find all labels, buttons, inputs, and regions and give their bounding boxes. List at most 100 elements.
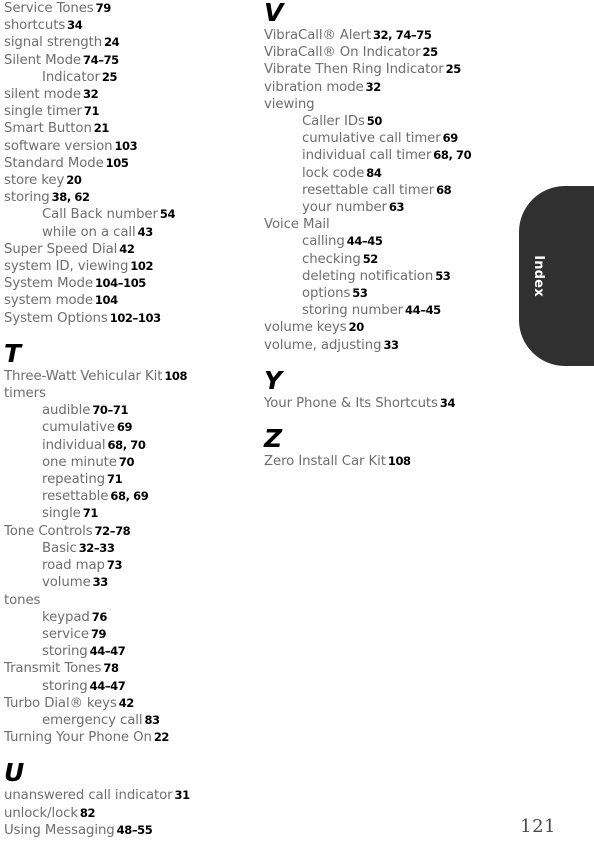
index-entry-pages[interactable]: 102 (130, 259, 153, 273)
index-entry-pages[interactable]: 44–45 (347, 234, 383, 248)
index-entry[interactable]: unlock/lock 82 (4, 805, 254, 822)
index-entry-pages[interactable]: 32, 74–75 (373, 28, 432, 42)
index-entry-pages[interactable]: 68, 70 (433, 148, 471, 162)
index-entry[interactable]: Your Phone & Its Shortcuts 34 (264, 395, 514, 412)
index-entry-pages[interactable]: 50 (367, 114, 383, 128)
index-entry-pages[interactable]: 22 (154, 730, 170, 744)
index-entry-pages[interactable]: 83 (144, 713, 160, 727)
index-entry[interactable]: viewing (264, 96, 514, 113)
index-entry[interactable]: VibraCall® Alert 32, 74–75 (264, 27, 514, 44)
index-entry[interactable]: Basic 32–33 (4, 540, 254, 557)
index-entry-pages[interactable]: 32 (366, 80, 382, 94)
index-entry-pages[interactable]: 108 (388, 454, 411, 468)
index-entry-pages[interactable]: 21 (94, 121, 110, 135)
index-entry-pages[interactable]: 108 (164, 369, 187, 383)
index-entry-pages[interactable]: 25 (422, 45, 438, 59)
index-entry-pages[interactable]: 34 (440, 396, 456, 410)
index-entry-pages[interactable]: 54 (160, 207, 176, 221)
index-entry[interactable]: while on a call 43 (4, 224, 254, 241)
index-entry[interactable]: Turbo Dial® keys 42 (4, 695, 254, 712)
index-entry[interactable]: road map 73 (4, 557, 254, 574)
index-entry[interactable]: Call Back number 54 (4, 206, 254, 223)
index-entry-pages[interactable]: 20 (66, 173, 82, 187)
index-entry[interactable]: deleting notification 53 (264, 268, 514, 285)
index-entry[interactable]: signal strength 24 (4, 34, 254, 51)
index-entry[interactable]: resettable call timer 68 (264, 182, 514, 199)
index-entry-pages[interactable]: 84 (366, 166, 382, 180)
index-entry-pages[interactable]: 71 (84, 104, 100, 118)
index-entry[interactable]: service 79 (4, 626, 254, 643)
index-entry[interactable]: your number 63 (264, 199, 514, 216)
index-entry[interactable]: system ID, viewing 102 (4, 258, 254, 275)
index-entry-pages[interactable]: 78 (103, 661, 119, 675)
index-entry[interactable]: resettable 68, 69 (4, 488, 254, 505)
index-entry[interactable]: software version 103 (4, 138, 254, 155)
index-entry-pages[interactable]: 63 (389, 200, 405, 214)
index-entry[interactable]: System Mode 104–105 (4, 275, 254, 292)
index-entry[interactable]: Super Speed Dial 42 (4, 241, 254, 258)
index-entry-pages[interactable]: 52 (363, 252, 379, 266)
index-entry-pages[interactable]: 44–47 (90, 679, 126, 693)
index-entry[interactable]: Indicator 25 (4, 69, 254, 86)
index-entry-pages[interactable]: 68, 69 (110, 489, 148, 503)
index-entry-pages[interactable]: 32–33 (79, 541, 115, 555)
index-entry[interactable]: Caller IDs 50 (264, 113, 514, 130)
index-entry-pages[interactable]: 20 (349, 320, 365, 334)
index-entry[interactable]: Standard Mode 105 (4, 155, 254, 172)
index-entry[interactable]: single 71 (4, 505, 254, 522)
index-entry-pages[interactable]: 71 (83, 506, 99, 520)
index-entry-pages[interactable]: 68, 70 (108, 438, 146, 452)
index-entry[interactable]: Voice Mail (264, 216, 514, 233)
index-entry-pages[interactable]: 31 (175, 788, 191, 802)
index-entry[interactable]: Three-Watt Vehicular Kit 108 (4, 368, 254, 385)
index-entry[interactable]: storing number 44–45 (264, 302, 514, 319)
index-entry-pages[interactable]: 73 (107, 558, 123, 572)
index-entry[interactable]: Smart Button 21 (4, 120, 254, 137)
index-entry[interactable]: one minute 70 (4, 454, 254, 471)
index-entry-pages[interactable]: 82 (80, 806, 96, 820)
index-entry-pages[interactable]: 34 (67, 18, 83, 32)
index-entry[interactable]: Silent Mode 74–75 (4, 52, 254, 69)
index-entry-pages[interactable]: 42 (119, 242, 135, 256)
index-entry-pages[interactable]: 79 (96, 1, 112, 15)
index-entry-pages[interactable]: 33 (93, 575, 109, 589)
index-entry-pages[interactable]: 43 (138, 225, 154, 239)
index-entry-pages[interactable]: 79 (91, 627, 107, 641)
index-entry-pages[interactable]: 72–78 (95, 524, 131, 538)
index-entry[interactable]: audible 70–71 (4, 402, 254, 419)
index-entry[interactable]: VibraCall® On Indicator 25 (264, 44, 514, 61)
index-entry[interactable]: Tone Controls 72–78 (4, 523, 254, 540)
index-entry[interactable]: unanswered call indicator 31 (4, 787, 254, 804)
index-entry-pages[interactable]: 103 (114, 139, 137, 153)
index-entry-pages[interactable]: 104–105 (95, 276, 146, 290)
index-entry-pages[interactable]: 25 (446, 62, 462, 76)
index-entry[interactable]: System Options 102–103 (4, 310, 254, 327)
index-entry[interactable]: volume, adjusting 33 (264, 337, 514, 354)
index-entry-pages[interactable]: 42 (119, 696, 135, 710)
index-entry[interactable]: tones (4, 592, 254, 609)
index-entry[interactable]: timers (4, 385, 254, 402)
index-entry[interactable]: checking 52 (264, 251, 514, 268)
index-entry[interactable]: cumulative call timer 69 (264, 130, 514, 147)
index-entry[interactable]: storing 44–47 (4, 643, 254, 660)
index-entry-pages[interactable]: 44–45 (405, 303, 441, 317)
index-entry-pages[interactable]: 104 (95, 293, 118, 307)
index-entry[interactable]: vibration mode 32 (264, 79, 514, 96)
index-entry-pages[interactable]: 48–55 (117, 823, 153, 837)
index-entry[interactable]: calling 44–45 (264, 233, 514, 250)
index-entry[interactable]: single timer 71 (4, 103, 254, 120)
index-entry-pages[interactable]: 70–71 (92, 403, 128, 417)
index-entry-pages[interactable]: 71 (107, 472, 123, 486)
index-entry-pages[interactable]: 76 (92, 610, 108, 624)
index-entry[interactable]: store key 20 (4, 172, 254, 189)
index-entry[interactable]: Using Messaging 48–55 (4, 822, 254, 839)
index-entry[interactable]: system mode 104 (4, 292, 254, 309)
index-entry[interactable]: emergency call 83 (4, 712, 254, 729)
index-entry-pages[interactable]: 44–47 (90, 644, 126, 658)
index-entry[interactable]: keypad 76 (4, 609, 254, 626)
index-entry-pages[interactable]: 32 (83, 87, 99, 101)
index-entry[interactable]: options 53 (264, 285, 514, 302)
index-entry[interactable]: Transmit Tones 78 (4, 660, 254, 677)
index-entry[interactable]: Service Tones 79 (4, 0, 254, 17)
index-entry[interactable]: Zero Install Car Kit 108 (264, 453, 514, 470)
